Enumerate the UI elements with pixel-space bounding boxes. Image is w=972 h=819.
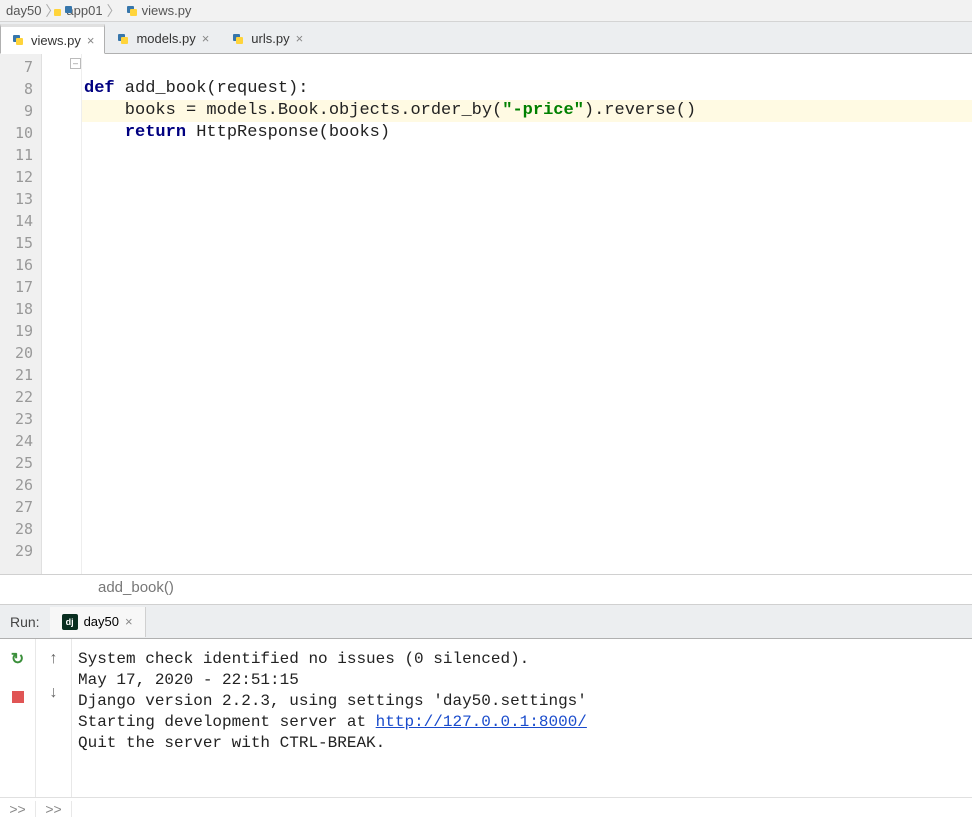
run-tab-label: day50 — [84, 614, 119, 629]
breadcrumb-part[interactable]: app01 — [63, 3, 102, 18]
console-panel: ↻ ↑ ↓ System check identified no issues … — [0, 639, 972, 797]
code-content[interactable]: def add_book(request): books = models.Bo… — [82, 54, 972, 574]
line-number: 10 — [4, 122, 33, 144]
keyword-def: def — [84, 79, 115, 98]
tab-urls[interactable]: urls.py × — [220, 23, 314, 53]
line-number: 13 — [4, 188, 33, 210]
console-line: System check identified no issues (0 sil… — [78, 650, 529, 668]
python-file-icon — [231, 32, 245, 46]
code-indent — [84, 123, 125, 142]
code-text: HttpResponse(books) — [186, 123, 390, 142]
console-toolbar-left: ↻ — [0, 639, 36, 797]
tab-models[interactable]: models.py × — [105, 23, 220, 53]
fold-toggle[interactable]: – — [70, 58, 81, 69]
expand-nav-button[interactable]: >> — [36, 801, 72, 817]
line-number: 20 — [4, 342, 33, 364]
tab-label: models.py — [136, 31, 195, 46]
line-number: 24 — [4, 430, 33, 452]
run-panel-tabs: Run: dj day50 × — [0, 605, 972, 639]
line-number: 18 — [4, 298, 33, 320]
up-button[interactable]: ↑ — [44, 649, 64, 669]
tab-views[interactable]: views.py × — [0, 24, 105, 54]
line-number: 11 — [4, 144, 33, 166]
console-line: Starting development server at — [78, 713, 376, 731]
code-text: ).reverse() — [584, 101, 696, 120]
line-number: 14 — [4, 210, 33, 232]
console-line: May 17, 2020 - 22:51:15 — [78, 671, 299, 689]
line-number: 7 — [4, 56, 33, 78]
line-number: 17 — [4, 276, 33, 298]
python-file-icon — [116, 32, 130, 46]
code-editor[interactable]: 7891011121314151617181920212223242526272… — [0, 54, 972, 575]
editor-tabs: views.py × models.py × urls.py × — [0, 22, 972, 54]
breadcrumb-bar: day50 〉 app01 〉 views.py — [0, 0, 972, 22]
server-url-link[interactable]: http://127.0.0.1:8000/ — [376, 713, 587, 731]
line-number: 21 — [4, 364, 33, 386]
line-gutter: 7891011121314151617181920212223242526272… — [0, 54, 42, 574]
line-number: 8 — [4, 78, 33, 100]
line-number: 29 — [4, 540, 33, 562]
string-literal: "-price" — [502, 101, 584, 120]
chevron-right-icon: 〉 — [107, 1, 121, 21]
breadcrumb-label: views.py — [142, 3, 192, 18]
expand-left-button[interactable]: >> — [0, 801, 36, 817]
run-tab-day50[interactable]: dj day50 × — [50, 607, 146, 637]
line-number: 12 — [4, 166, 33, 188]
django-icon: dj — [62, 614, 78, 630]
close-icon[interactable]: × — [202, 32, 210, 45]
line-number: 27 — [4, 496, 33, 518]
fold-column: – — [42, 54, 82, 574]
close-icon[interactable]: × — [296, 32, 304, 45]
console-output[interactable]: System check identified no issues (0 sil… — [72, 639, 972, 797]
keyword-return: return — [125, 123, 186, 142]
close-icon[interactable]: × — [87, 34, 95, 47]
line-number: 22 — [4, 386, 33, 408]
console-toolbar-nav: ↑ ↓ — [36, 639, 72, 797]
code-text: add_book(request): — [115, 79, 309, 98]
line-number: 19 — [4, 320, 33, 342]
expand-row: >> >> — [0, 797, 972, 819]
line-number: 23 — [4, 408, 33, 430]
line-number: 9 — [4, 100, 33, 122]
line-number: 15 — [4, 232, 33, 254]
breadcrumb-part[interactable]: day50 — [6, 3, 41, 18]
down-button[interactable]: ↓ — [44, 683, 64, 703]
rerun-button[interactable]: ↻ — [8, 649, 28, 669]
python-file-icon — [125, 4, 139, 18]
line-number: 28 — [4, 518, 33, 540]
line-number: 25 — [4, 452, 33, 474]
tab-label: views.py — [31, 33, 81, 48]
python-file-icon — [11, 33, 25, 47]
run-label: Run: — [0, 614, 50, 630]
line-number: 16 — [4, 254, 33, 276]
console-line: Django version 2.2.3, using settings 'da… — [78, 692, 587, 710]
stop-button[interactable] — [8, 687, 28, 707]
tab-label: urls.py — [251, 31, 289, 46]
console-line: Quit the server with CTRL-BREAK. — [78, 734, 385, 752]
line-number: 26 — [4, 474, 33, 496]
function-breadcrumb[interactable]: add_book() — [0, 575, 972, 605]
code-text: books = models.Book.objects.order_by( — [84, 101, 502, 120]
breadcrumb-part[interactable]: views.py — [125, 3, 192, 18]
close-icon[interactable]: × — [125, 614, 133, 629]
